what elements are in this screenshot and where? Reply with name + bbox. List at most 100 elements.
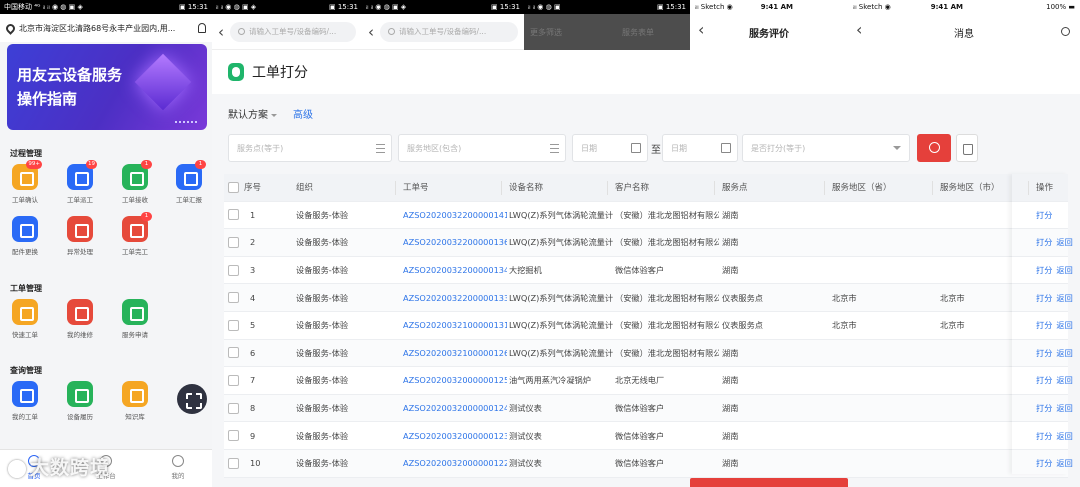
function-item[interactable]: 快速工单: [0, 299, 50, 339]
search-icon[interactable]: [1061, 27, 1070, 36]
column-divider[interactable]: [501, 181, 502, 195]
table-row[interactable]: 2 设备服务-体验 AZSO2020032200000136 LWQ(Z)系列气体涡轮…: [224, 229, 1073, 257]
service-point-filter[interactable]: 服务点(等于): [228, 134, 392, 162]
score-action[interactable]: 打分: [1036, 209, 1052, 221]
table-row[interactable]: 7 设备服务-体验 AZSO2020032000000125 油气两用蒸汽冷凝锅炉 北京…: [224, 367, 1073, 395]
return-action[interactable]: 返回: [1056, 347, 1072, 359]
column-header[interactable]: 服务点: [722, 174, 748, 201]
function-item[interactable]: 我的工单: [0, 381, 50, 421]
function-item[interactable]: 1 工单完工: [110, 212, 160, 256]
select-all-checkbox[interactable]: [228, 181, 239, 193]
column-header[interactable]: 工单号: [403, 174, 429, 201]
column-header[interactable]: 服务地区（市）: [940, 174, 1000, 201]
order-number-link[interactable]: AZSO2020032200000136: [403, 229, 507, 256]
column-divider[interactable]: [1028, 181, 1029, 195]
order-number-link[interactable]: AZSO2020032200000134: [403, 257, 507, 284]
score-action[interactable]: 打分: [1036, 264, 1052, 276]
order-number-link[interactable]: AZSO2020032100000131: [403, 312, 507, 339]
column-divider[interactable]: [932, 181, 933, 195]
function-item[interactable]: 我的维修: [55, 299, 105, 339]
column-header[interactable]: 客户名称: [615, 174, 649, 201]
bell-icon[interactable]: [198, 23, 206, 33]
function-item[interactable]: 1 工单接收: [110, 160, 160, 204]
list-icon[interactable]: [550, 144, 559, 153]
table-row[interactable]: 6 设备服务-体验 AZSO2020032100000126 LWQ(Z)系列气体涡轮…: [224, 339, 1073, 368]
scored-filter-select[interactable]: 是否打分(等于): [742, 134, 910, 162]
location-bar[interactable]: 北京市海淀区北清路68号永丰产业园内,用...: [0, 14, 212, 42]
table-row[interactable]: 5 设备服务-体验 AZSO2020032100000131 LWQ(Z)系列气体涡轮…: [224, 312, 1073, 340]
score-action[interactable]: 打分: [1036, 402, 1052, 414]
calendar-icon[interactable]: [631, 143, 641, 153]
score-action[interactable]: 打分: [1036, 319, 1052, 331]
scheme-select[interactable]: 默认方案: [228, 106, 277, 121]
row-checkbox[interactable]: [228, 347, 239, 359]
row-checkbox[interactable]: [228, 457, 239, 469]
back-arrow-icon[interactable]: ‹: [218, 23, 224, 41]
table-row[interactable]: 3 设备服务-体验 AZSO2020032200000134 大挖掘机 微信体验客户 湖南…: [224, 257, 1073, 285]
table-row[interactable]: 9 设备服务-体验 AZSO2020032000000123 测试仪表 微信体验客户 湖南…: [224, 422, 1073, 450]
score-action[interactable]: 打分: [1036, 430, 1052, 442]
clear-button[interactable]: [956, 134, 978, 162]
function-item[interactable]: 服务申请: [110, 299, 160, 339]
function-item[interactable]: 设备履历: [55, 381, 105, 421]
score-action[interactable]: 打分: [1036, 292, 1052, 304]
advanced-link[interactable]: 高级: [293, 106, 313, 121]
table-row[interactable]: 10 设备服务-体验 AZSO2020032000000122 测试仪表 微信体验客户 湖…: [224, 450, 1073, 478]
order-number-link[interactable]: AZSO2020032000000125: [403, 367, 507, 394]
bottom-red-button[interactable]: [690, 478, 848, 487]
date-from-field[interactable]: 日期: [572, 134, 648, 162]
return-action[interactable]: 返回: [1056, 374, 1072, 386]
row-checkbox[interactable]: [228, 374, 239, 386]
row-checkbox[interactable]: [228, 236, 239, 248]
return-action[interactable]: 返回: [1056, 457, 1072, 469]
function-item[interactable]: 99+ 工单确认: [0, 160, 50, 204]
return-action[interactable]: 返回: [1056, 236, 1072, 248]
carousel-dots[interactable]: [175, 121, 197, 124]
column-header[interactable]: 序号: [244, 174, 261, 201]
table-row[interactable]: 8 设备服务-体验 AZSO2020032000000124 测试仪表 微信体验客户 湖南…: [224, 394, 1073, 423]
order-number-link[interactable]: AZSO2020032200000141: [403, 202, 507, 229]
row-checkbox[interactable]: [228, 264, 239, 276]
row-checkbox[interactable]: [228, 319, 239, 331]
back-arrow-icon[interactable]: ‹: [856, 20, 862, 39]
row-checkbox[interactable]: [228, 292, 239, 304]
row-checkbox[interactable]: [228, 430, 239, 442]
column-divider[interactable]: [395, 181, 396, 195]
search-button[interactable]: [917, 134, 951, 162]
order-number-link[interactable]: AZSO2020032100000126: [403, 340, 507, 367]
column-header[interactable]: 组织: [296, 174, 313, 201]
table-row[interactable]: 4 设备服务-体验 AZSO2020032200000133 LWQ(Z)系列气体涡轮…: [224, 284, 1073, 312]
row-checkbox[interactable]: [228, 402, 239, 414]
date-to-field[interactable]: 日期: [662, 134, 738, 162]
return-action[interactable]: 返回: [1056, 319, 1072, 331]
return-action[interactable]: 返回: [1056, 402, 1072, 414]
column-divider[interactable]: [824, 181, 825, 195]
order-number-link[interactable]: AZSO2020032000000123: [403, 422, 507, 449]
column-header[interactable]: 服务地区（省）: [832, 174, 892, 201]
calendar-icon[interactable]: [721, 143, 731, 153]
search-input[interactable]: 请输入工单号/设备编码/...: [380, 21, 518, 42]
order-number-link[interactable]: AZSO2020032000000124: [403, 395, 507, 422]
row-checkbox[interactable]: [228, 209, 239, 221]
return-action[interactable]: 返回: [1056, 430, 1072, 442]
back-arrow-icon[interactable]: ‹: [368, 23, 374, 41]
function-item[interactable]: 异常处理: [55, 216, 105, 256]
column-header[interactable]: 设备名称: [509, 174, 543, 201]
function-item[interactable]: 知识库: [110, 381, 160, 421]
guide-banner[interactable]: 用友云设备服务 操作指南: [7, 44, 207, 130]
column-header[interactable]: 操作: [1036, 174, 1053, 201]
function-item[interactable]: 配件更换: [0, 216, 50, 256]
search-input[interactable]: 请输入工单号/设备编码/...: [230, 21, 356, 42]
column-divider[interactable]: [607, 181, 608, 195]
list-icon[interactable]: [376, 144, 385, 153]
function-item[interactable]: 1 工单汇报: [164, 160, 212, 204]
score-action[interactable]: 打分: [1036, 236, 1052, 248]
score-action[interactable]: 打分: [1036, 457, 1052, 469]
return-action[interactable]: 返回: [1056, 264, 1072, 276]
return-action[interactable]: 返回: [1056, 292, 1072, 304]
order-number-link[interactable]: AZSO2020032000000122: [403, 450, 507, 477]
back-arrow-icon[interactable]: ‹: [698, 20, 704, 39]
scan-button[interactable]: [177, 384, 207, 414]
score-action[interactable]: 打分: [1036, 374, 1052, 386]
order-number-link[interactable]: AZSO2020032200000133: [403, 284, 507, 311]
